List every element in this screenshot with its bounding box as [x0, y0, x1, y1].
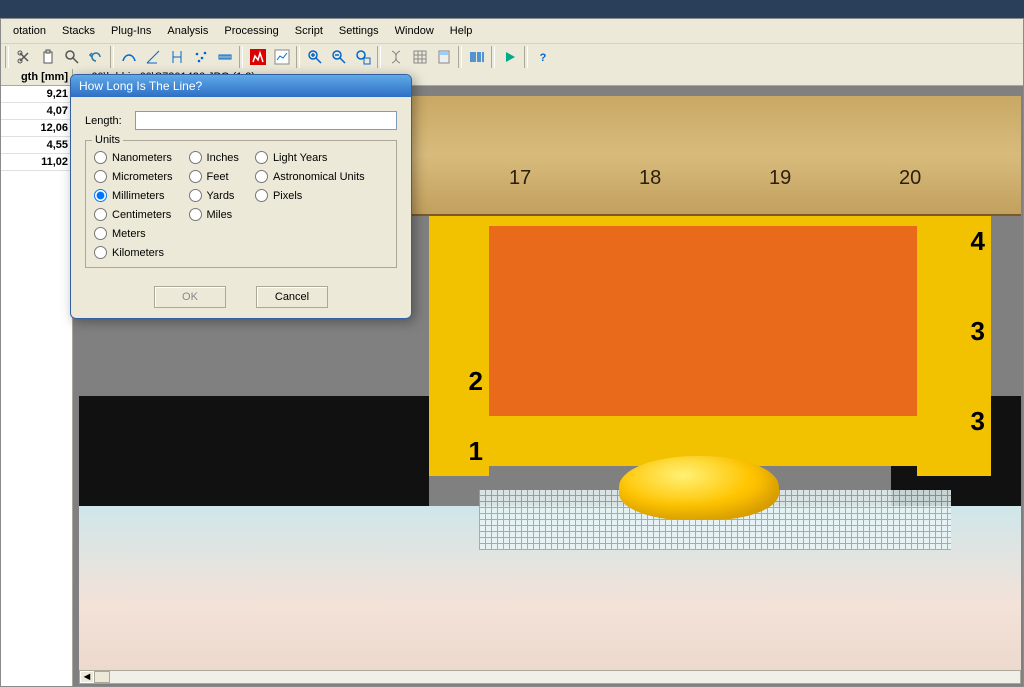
radio-pixels[interactable]: Pixels	[255, 189, 365, 202]
dark-block-left	[79, 396, 429, 506]
calculator-icon[interactable]	[432, 46, 455, 68]
radio-centimeters[interactable]: Centimeters	[94, 208, 173, 221]
length-input[interactable]	[135, 111, 397, 130]
ruler-vertical-left: 2 1	[429, 216, 489, 476]
undo-icon[interactable]	[84, 46, 107, 68]
scroll-track[interactable]	[94, 671, 1020, 683]
toolbar-separator	[239, 46, 243, 68]
scroll-left-button[interactable]: ◄	[80, 671, 94, 683]
menu-item[interactable]: Settings	[331, 21, 387, 41]
ruler-number: 19	[769, 167, 791, 190]
radio-kilometers[interactable]: Kilometers	[94, 246, 173, 259]
toolbar: ?	[1, 44, 1023, 71]
ruler-number: 1	[469, 436, 483, 467]
ruler-number: 4	[971, 226, 985, 257]
horizontal-scrollbar[interactable]: ◄	[79, 670, 1021, 684]
orange-panel	[479, 226, 939, 416]
cancel-button[interactable]: Cancel	[256, 286, 328, 308]
dialog-title[interactable]: How Long Is The Line?	[71, 75, 411, 97]
toolbar-separator	[458, 46, 462, 68]
menu-item[interactable]: Analysis	[159, 21, 216, 41]
toolbar-separator	[524, 46, 528, 68]
ok-button[interactable]: OK	[154, 286, 226, 308]
svg-text:?: ?	[539, 52, 546, 64]
yolk-droplet	[619, 456, 779, 520]
zoom-in-icon[interactable]	[303, 46, 326, 68]
radio-lightyears[interactable]: Light Years	[255, 151, 365, 164]
scissors-icon[interactable]	[12, 46, 35, 68]
measurements-panel: gth [mm] 9,21 4,07 12,06 4,55 11,02	[1, 69, 73, 686]
radio-feet[interactable]: Feet	[189, 170, 239, 183]
ruler-number: 17	[509, 167, 531, 190]
menu-item[interactable]: Plug-Ins	[103, 21, 159, 41]
radio-miles[interactable]: Miles	[189, 208, 239, 221]
units-legend: Units	[92, 134, 123, 146]
measure-icon[interactable]	[213, 46, 236, 68]
measurement-value: 4,55	[1, 137, 72, 154]
measurement-value: 4,07	[1, 103, 72, 120]
radio-millimeters[interactable]: Millimeters	[94, 189, 173, 202]
plot-icon[interactable]	[270, 46, 293, 68]
menu-item[interactable]: Window	[387, 21, 442, 41]
radio-micrometers[interactable]: Micrometers	[94, 170, 173, 183]
angle-icon[interactable]	[141, 46, 164, 68]
menu-item[interactable]: otation	[5, 21, 54, 41]
radio-astronomical[interactable]: Astronomical Units	[255, 170, 365, 183]
menu-item[interactable]: Script	[287, 21, 331, 41]
menu-item[interactable]: Processing	[216, 21, 286, 41]
menu-item[interactable]: Stacks	[54, 21, 103, 41]
toolbar-separator	[377, 46, 381, 68]
toolbar-separator	[491, 46, 495, 68]
menu-item[interactable]: Help	[442, 21, 481, 41]
length-label: Length:	[85, 115, 129, 127]
dna-icon[interactable]	[384, 46, 407, 68]
toolbar-separator	[110, 46, 114, 68]
scatter-icon[interactable]	[189, 46, 212, 68]
help-icon[interactable]: ?	[531, 46, 554, 68]
ruler-vertical-right: 4 3 3	[917, 216, 991, 476]
histogram-red-icon[interactable]	[246, 46, 269, 68]
freehand-icon[interactable]	[117, 46, 140, 68]
radio-yards[interactable]: Yards	[189, 189, 239, 202]
measurement-value: 9,21	[1, 86, 72, 103]
zoom-out-icon[interactable]	[327, 46, 350, 68]
ruler-number: 20	[899, 167, 921, 190]
radio-nanometers[interactable]: Nanometers	[94, 151, 173, 164]
column-header[interactable]: gth [mm]	[1, 69, 72, 86]
length-dialog: How Long Is The Line? Length: Units Nano…	[70, 74, 412, 319]
measurement-value: 12,06	[1, 120, 72, 137]
measurement-value: 11,02	[1, 154, 72, 171]
toolbar-separator	[5, 46, 9, 68]
play-icon[interactable]	[498, 46, 521, 68]
units-fieldset: Units Nanometers Micrometers Millimeters…	[85, 140, 397, 268]
ruler-number: 2	[469, 366, 483, 397]
toolbar-separator	[296, 46, 300, 68]
zoom-region-icon[interactable]	[351, 46, 374, 68]
barcode-icon[interactable]	[465, 46, 488, 68]
ruler-number: 18	[639, 167, 661, 190]
ruler-number: 3	[971, 406, 985, 437]
radio-inches[interactable]: Inches	[189, 151, 239, 164]
caliper-icon[interactable]	[165, 46, 188, 68]
radio-meters[interactable]: Meters	[94, 227, 173, 240]
magnifier-icon[interactable]	[60, 46, 83, 68]
menubar: otation Stacks Plug-Ins Analysis Process…	[1, 19, 1023, 44]
grid-icon[interactable]	[408, 46, 431, 68]
ruler-number: 3	[971, 316, 985, 347]
scroll-thumb[interactable]	[94, 671, 110, 683]
clipboard-icon[interactable]	[36, 46, 59, 68]
